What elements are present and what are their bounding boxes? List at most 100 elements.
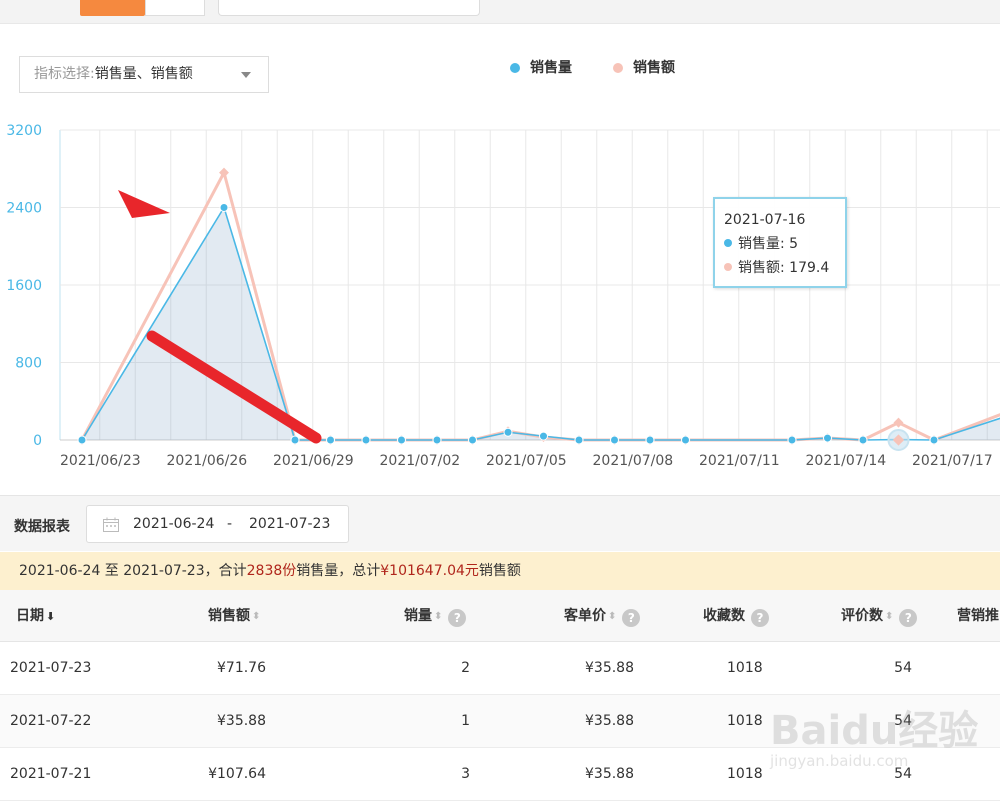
report-title: 数据报表	[14, 519, 70, 535]
x-tick-label: 2021/06/26	[167, 453, 248, 469]
col-header-marketing[interactable]: 营销推	[957, 605, 999, 625]
legend-label: 销售量	[530, 60, 572, 76]
legend-label: 销售额	[633, 60, 675, 76]
report-toolbar: 数据报表 2021-06-24 - 2021-07-23	[0, 495, 1000, 551]
annotation-arrow-head	[118, 190, 170, 218]
date-range-picker[interactable]: 2021-06-24 - 2021-07-23	[86, 505, 349, 543]
data-point	[893, 417, 904, 428]
col-header-qty[interactable]: 销量 ⬍?	[404, 605, 467, 627]
top-tab-secondary[interactable]	[145, 0, 205, 16]
cell-qty: 3	[461, 766, 470, 782]
top-toolbar	[0, 0, 1000, 24]
sort-icon: ⬍	[608, 611, 617, 622]
data-point	[432, 435, 442, 445]
col-header-label: 客单价	[564, 608, 606, 624]
col-header-label: 日期	[16, 608, 44, 624]
table-row: 2021-07-23 ¥71.76 2 ¥35.88 1018 54	[0, 642, 1000, 695]
help-icon[interactable]: ?	[751, 609, 769, 627]
y-tick-label: 0	[33, 433, 42, 449]
calendar-icon	[103, 517, 119, 532]
data-point	[645, 435, 655, 445]
x-tick-label: 2021/07/05	[486, 453, 567, 469]
col-header-sales[interactable]: 销售额 ⬍	[208, 605, 260, 625]
col-header-label: 评价数	[841, 608, 883, 624]
tooltip-row-qty: 销售量: 5	[724, 232, 845, 256]
summary-prefix: 2021-06-24 至 2021-07-23，合计	[19, 563, 247, 579]
date-end[interactable]: 2021-07-23	[249, 516, 330, 532]
data-point	[539, 431, 548, 441]
col-header-date[interactable]: 日期 ⬇	[16, 605, 55, 625]
top-tab-active[interactable]	[80, 0, 145, 16]
series-area-0	[82, 207, 1000, 440]
data-point	[219, 203, 229, 212]
tooltip-value-amount: 179.4	[789, 260, 830, 276]
x-tick-label: 2021/07/08	[593, 453, 674, 469]
data-point	[929, 435, 939, 445]
data-point	[468, 435, 477, 445]
x-tick-label: 2021/07/11	[699, 453, 780, 469]
summary-banner: 2021-06-24 至 2021-07-23，合计2838份销售量，总计¥10…	[0, 552, 1000, 590]
x-tick-label: 2021/06/29	[273, 453, 354, 469]
cell-qty: 1	[461, 713, 470, 729]
cell-unit-price: ¥35.88	[585, 660, 634, 676]
tooltip-value-qty: 5	[789, 236, 799, 252]
summary-mid: 销售量，总计	[296, 563, 381, 579]
data-point	[681, 435, 690, 445]
help-icon[interactable]: ?	[448, 609, 467, 627]
x-tick-label: 2021/06/23	[60, 453, 141, 469]
y-tick-label: 800	[15, 356, 42, 372]
date-separator: -	[227, 516, 233, 532]
table-row: 2021-07-22 ¥35.88 1 ¥35.88 1018 54	[0, 695, 1000, 748]
y-tick-label: 2400	[6, 201, 42, 217]
tooltip-dot-icon	[724, 239, 732, 247]
caret-down-icon	[241, 72, 251, 78]
y-tick-label: 1600	[6, 278, 42, 294]
data-point	[858, 435, 868, 445]
tooltip-label-amount: 销售额	[738, 260, 780, 276]
col-header-unit-price[interactable]: 客单价 ⬍?	[564, 605, 641, 627]
cell-unit-price: ¥35.88	[585, 766, 634, 782]
metric-select-dropdown[interactable]: 指标选择:销售量、销售额	[19, 56, 269, 93]
metric-select-value: 销售量、销售额	[94, 66, 193, 82]
table-header: 日期 ⬇ 销售额 ⬍ 销量 ⬍? 客单价 ⬍? 收藏数? 评价数 ⬍? 营销推	[0, 590, 1000, 642]
tooltip-row-amount: 销售额: 179.4	[724, 256, 845, 280]
col-header-reviews[interactable]: 评价数 ⬍?	[841, 605, 918, 627]
data-point	[787, 435, 797, 445]
sort-icon: ⬍	[434, 611, 443, 622]
x-tick-label: 2021/07/02	[380, 453, 461, 469]
data-point	[823, 433, 832, 443]
cell-unit-price: ¥35.88	[585, 713, 634, 729]
cell-reviews: 54	[894, 660, 912, 676]
data-point	[610, 435, 619, 445]
legend-dot-icon	[613, 63, 623, 73]
cell-favorites: 1018	[727, 660, 763, 676]
cell-qty: 2	[461, 660, 470, 676]
cell-sales: ¥35.88	[217, 713, 266, 729]
chart-tooltip: 2021-07-16 销售量: 5 销售额: 179.4	[713, 197, 847, 288]
tooltip-label-qty: 销售量	[738, 236, 780, 252]
data-point	[77, 435, 87, 445]
legend-item-sales-amount[interactable]: 销售额	[613, 57, 675, 77]
col-header-label: 销量	[404, 608, 432, 624]
col-header-label: 营销推	[957, 608, 999, 624]
help-icon[interactable]: ?	[899, 609, 918, 627]
tooltip-dot-icon	[724, 263, 732, 271]
data-point	[361, 435, 371, 445]
legend-item-sales-qty[interactable]: 销售量	[510, 57, 572, 77]
cell-sales: ¥107.64	[208, 766, 266, 782]
cell-reviews: 54	[894, 713, 912, 729]
metric-select-label: 指标选择:	[34, 66, 95, 82]
summary-amount: ¥101647.04元	[380, 563, 479, 579]
sales-line-chart: 0 800 1600 2400 3200 2021/06/23 2021/06/26 202…	[6, 123, 1000, 469]
date-start[interactable]: 2021-06-24	[133, 516, 214, 532]
col-header-label: 销售额	[208, 608, 250, 624]
summary-qty: 2838份	[246, 563, 297, 579]
data-point	[326, 435, 335, 445]
help-icon[interactable]: ?	[622, 609, 641, 627]
table-row: 2021-07-21 ¥107.64 3 ¥35.88 1018 54	[0, 748, 1000, 801]
top-input-box[interactable]	[218, 0, 480, 16]
data-point	[503, 427, 513, 437]
cell-sales: ¥71.76	[217, 660, 266, 676]
cell-date: 2021-07-21	[10, 766, 92, 782]
col-header-favorites[interactable]: 收藏数?	[703, 605, 769, 627]
